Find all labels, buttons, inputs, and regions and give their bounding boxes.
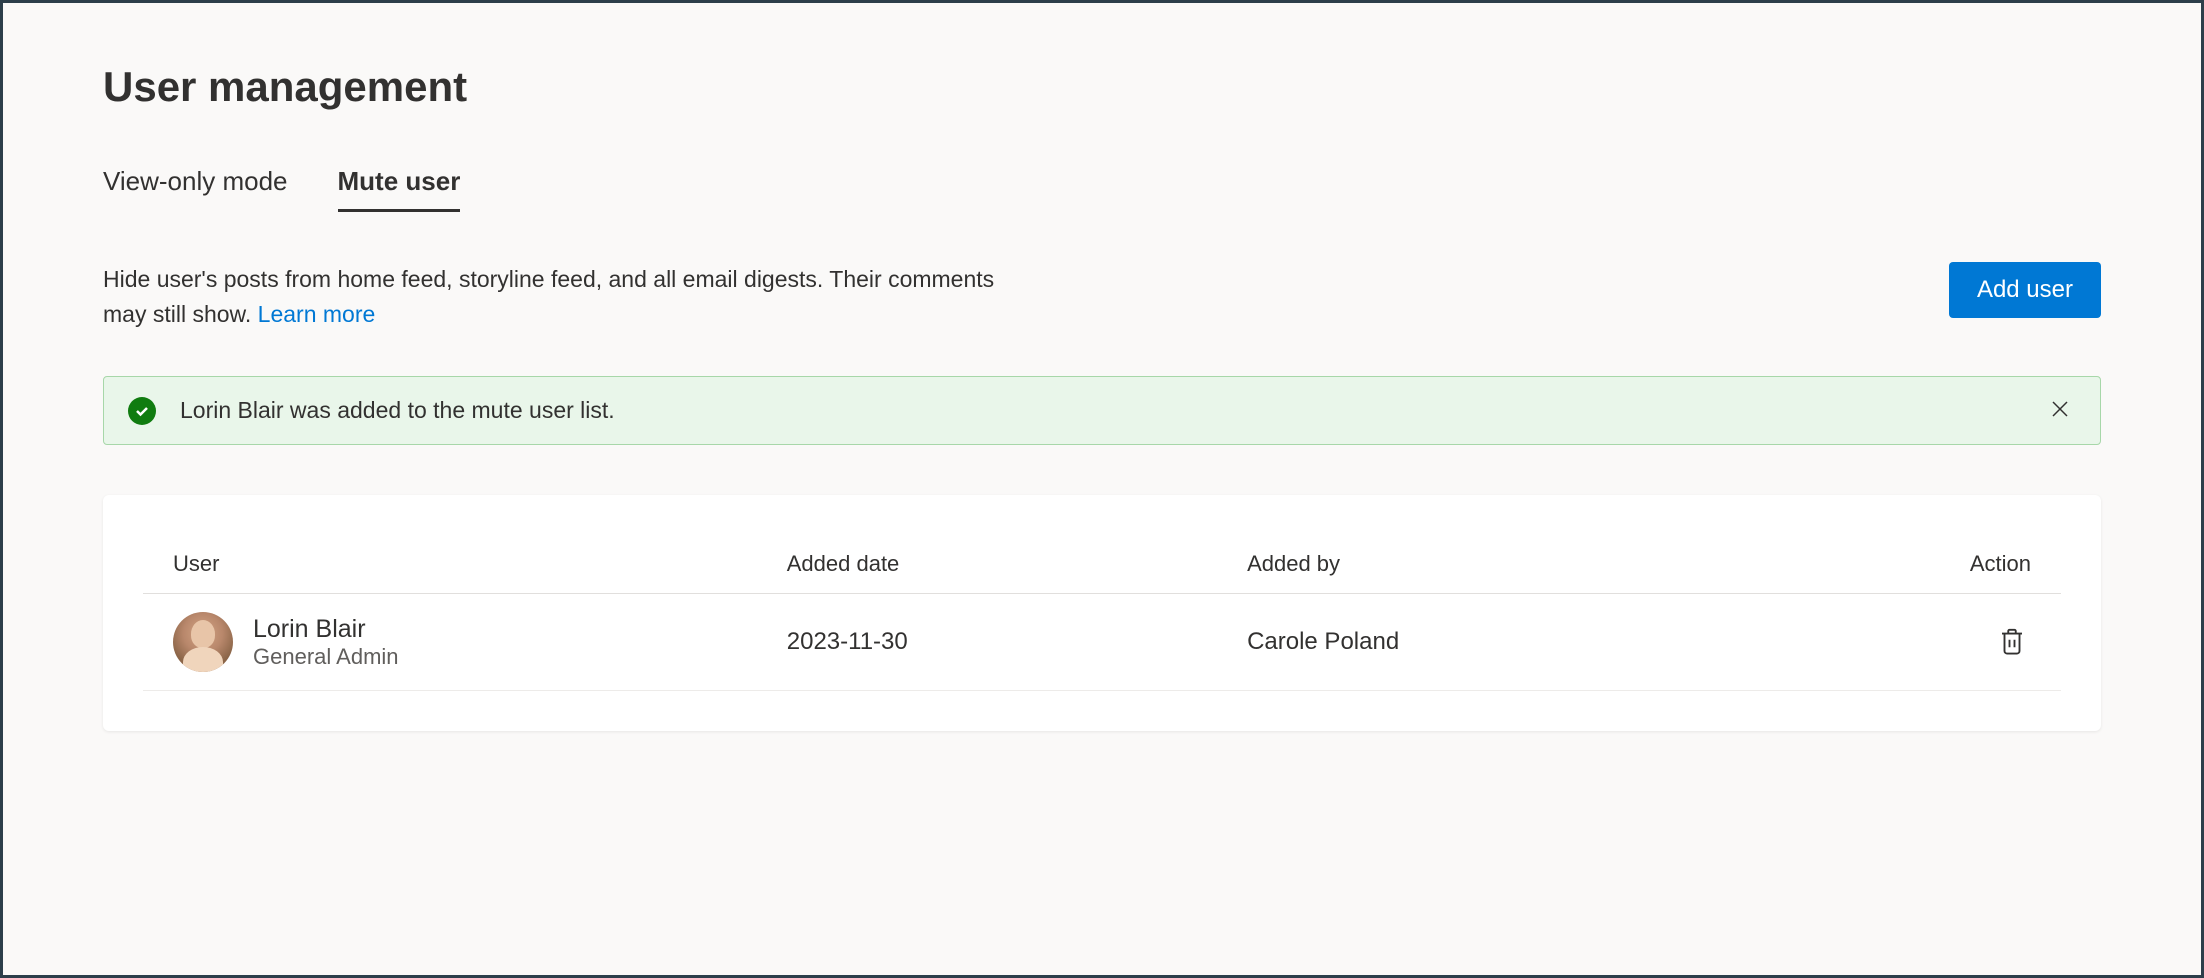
notification-message: Lorin Blair was added to the mute user l…	[180, 397, 2044, 424]
success-notification: Lorin Blair was added to the mute user l…	[103, 376, 2101, 445]
close-icon	[2048, 409, 2072, 424]
description-body: Hide user's posts from home feed, storyl…	[103, 266, 994, 327]
add-user-button[interactable]: Add user	[1949, 262, 2101, 318]
user-cell: Lorin Blair General Admin	[173, 612, 727, 672]
column-header-action: Action	[1869, 535, 2061, 594]
added-date-cell: 2023-11-30	[757, 594, 1217, 691]
tab-mute-user[interactable]: Mute user	[338, 166, 461, 212]
avatar	[173, 612, 233, 672]
tab-view-only-mode[interactable]: View-only mode	[103, 166, 288, 212]
trash-icon	[1997, 644, 2027, 659]
learn-more-link[interactable]: Learn more	[258, 301, 376, 327]
description-text: Hide user's posts from home feed, storyl…	[103, 262, 1003, 331]
users-table-card: User Added date Added by Action Lorin Bl…	[103, 495, 2101, 731]
column-header-added-by: Added by	[1217, 535, 1869, 594]
user-name: Lorin Blair	[253, 615, 399, 644]
page-title: User management	[103, 63, 2101, 111]
close-notification-button[interactable]	[2044, 393, 2076, 428]
users-table: User Added date Added by Action Lorin Bl…	[143, 535, 2061, 691]
delete-user-button[interactable]	[1993, 622, 2031, 663]
tabs: View-only mode Mute user	[103, 166, 2101, 212]
column-header-user: User	[143, 535, 757, 594]
column-header-added-date: Added date	[757, 535, 1217, 594]
user-role: General Admin	[253, 644, 399, 670]
table-row: Lorin Blair General Admin 2023-11-30 Car…	[143, 594, 2061, 691]
added-by-cell: Carole Poland	[1217, 594, 1869, 691]
check-icon	[128, 397, 156, 425]
